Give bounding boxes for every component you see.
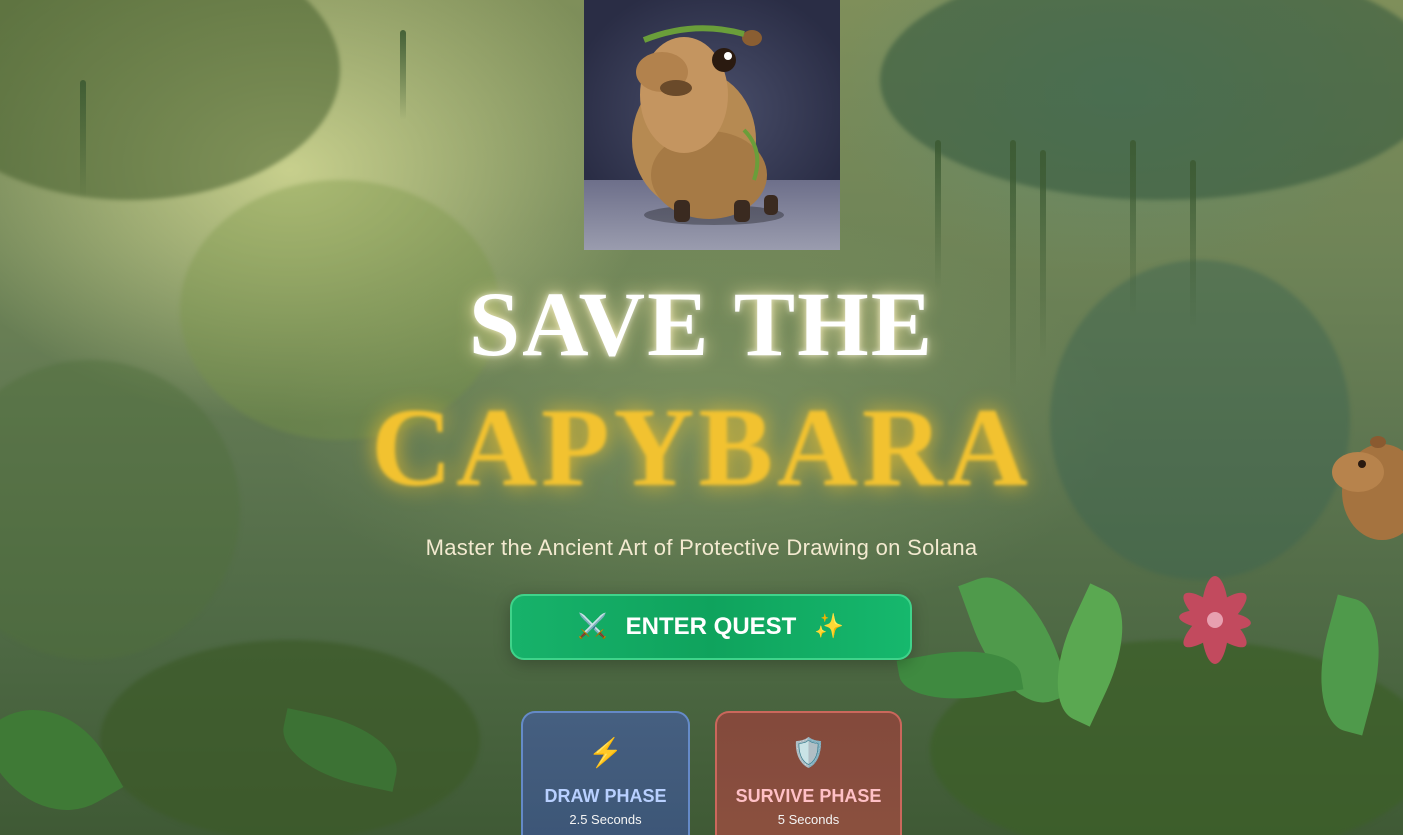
enter-quest-button[interactable]: ⚔️ ENTER QUEST ✨ [510,594,912,660]
survive-phase-duration: 5 Seconds [777,812,840,827]
capybara-mascot-image [584,0,840,250]
red-flower-decoration [1179,576,1251,664]
survive-phase-title: SURVIVE PHASE [735,786,882,806]
crossed-swords-icon: ⚔️ [577,613,608,640]
draw-phase-card: ⚡ DRAW PHASE 2.5 Seconds [521,711,690,835]
enter-quest-label: ENTER QUEST [625,613,797,640]
subtitle: Master the Ancient Art of Protective Dra… [425,535,978,560]
draw-phase-title: DRAW PHASE [544,786,667,806]
title-capybara: CAPYBARA [371,386,1032,510]
survive-phase-card: 🛡️ SURVIVE PHASE 5 Seconds [715,711,902,835]
sparkles-icon: ✨ [814,613,845,640]
shield-icon: 🛡️ [791,737,826,768]
lightning-icon: ⚡ [588,737,623,768]
draw-phase-duration: 2.5 Seconds [569,812,642,827]
title-save-the: SAVE THE [468,273,935,375]
game-landing: SAVE THE CAPYBARA Master the Ancient Art… [0,0,1403,835]
